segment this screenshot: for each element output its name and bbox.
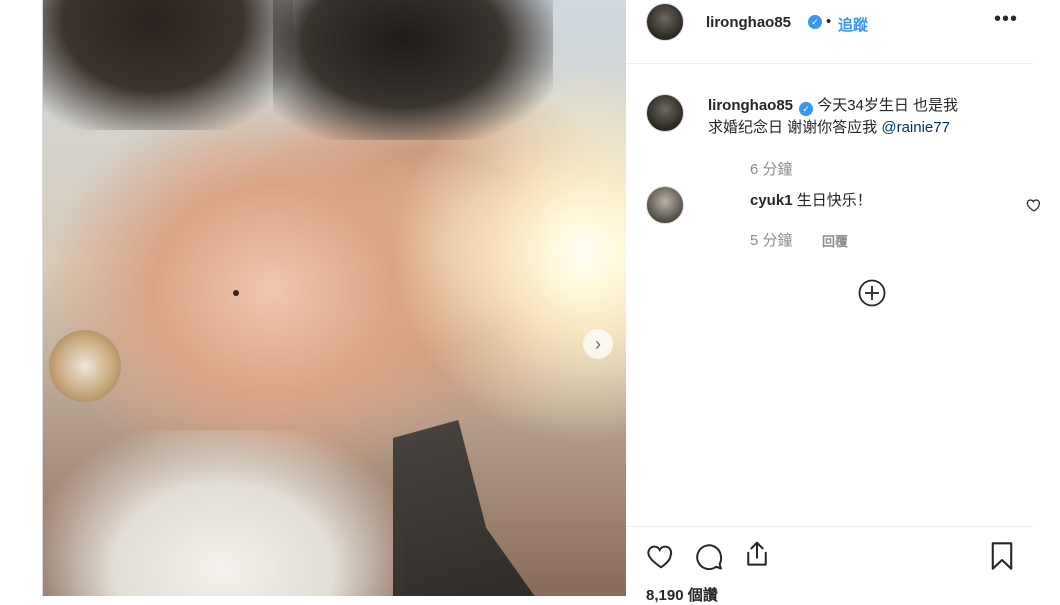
post-header: lironghao85 ✓ • 追蹤 ••• — [626, 0, 1034, 64]
author-username[interactable]: lironghao85 — [706, 14, 791, 31]
caption-text-line2: 求婚纪念日 谢谢你答应我 — [708, 119, 882, 136]
share-icon[interactable] — [742, 539, 772, 569]
verified-badge-icon: ✓ — [808, 15, 822, 29]
caption-mention-link[interactable]: @rainie77 — [881, 119, 950, 136]
instagram-post: › lironghao85 ✓ • 追蹤 ••• lironghao85 ✓ 今天… — [42, 0, 1040, 604]
comment-icon[interactable] — [694, 541, 724, 571]
photo-detail-earring — [49, 330, 121, 402]
caption: lironghao85 ✓ 今天34岁生日 也是我 求婚纪念日 谢谢你答应我 @r… — [708, 95, 1008, 139]
photo-detail-shirt — [43, 430, 403, 596]
comment-reply-button[interactable]: 回覆 — [822, 231, 848, 250]
chevron-right-icon: › — [595, 333, 601, 354]
caption-avatar[interactable] — [646, 94, 684, 132]
bookmark-icon[interactable] — [988, 541, 1016, 571]
header-separator: • — [826, 13, 832, 30]
photo-detail-hair — [43, 0, 293, 130]
follow-button[interactable]: 追蹤 — [838, 14, 868, 35]
photo-detail-hair-2 — [273, 0, 553, 140]
heart-icon[interactable] — [646, 541, 676, 571]
author-avatar[interactable] — [646, 3, 684, 41]
comment-avatar[interactable] — [646, 186, 684, 224]
comment-like-heart-icon[interactable] — [1026, 197, 1042, 213]
more-options-icon[interactable]: ••• — [994, 8, 1018, 31]
likes-count[interactable]: 8,190 個讚 — [646, 584, 718, 605]
caption-verified-badge-icon: ✓ — [799, 102, 814, 116]
comment-username[interactable]: cyuk1 — [750, 192, 793, 209]
photo-detail-mole — [233, 290, 239, 296]
next-photo-button[interactable]: › — [583, 329, 613, 359]
post-photo[interactable]: › — [43, 0, 626, 596]
caption-time: 6 分鐘 — [750, 161, 793, 178]
caption-username[interactable]: lironghao85 — [708, 97, 793, 114]
load-more-icon[interactable] — [858, 279, 886, 307]
comment: cyuk1 生日快乐！ — [750, 189, 872, 210]
photo-detail-tank — [393, 420, 538, 596]
caption-text-line1: 今天34岁生日 也是我 — [817, 97, 959, 114]
comment-text: 生日快乐！ — [796, 192, 872, 209]
post-sidebar: lironghao85 ✓ • 追蹤 ••• lironghao85 ✓ 今天34… — [626, 0, 1040, 604]
comment-time: 5 分鐘 — [750, 232, 793, 249]
